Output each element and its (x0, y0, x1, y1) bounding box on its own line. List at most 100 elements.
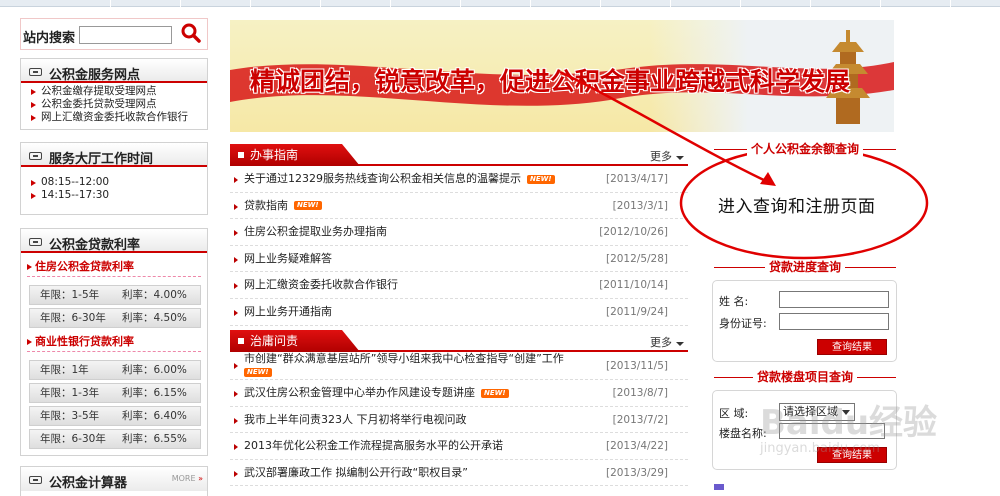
baidu-watermark: Baidu经验 jingyan.baidu.com (740, 385, 940, 485)
new-badge: NEW! (527, 174, 555, 184)
item-date: [2013/11/5] (605, 360, 668, 372)
panel-header: 公积金贷款利率 (21, 229, 207, 253)
item-date: [2011/9/24] (605, 305, 668, 318)
guide-more-link[interactable]: 更多 (650, 148, 684, 164)
list-item[interactable]: 我市上半年问责323人 下月初将举行电视问政 [2013/7/2] (230, 407, 688, 434)
item-date: [2013/3/1] (612, 199, 668, 212)
new-badge: NEW! (244, 367, 272, 377)
list-item[interactable]: 市创建“群众满意基层站所”领导小组来我中心检查指导“创建”工作 NEW! [2013… (230, 352, 688, 380)
list-item[interactable]: 网上汇缴资金委托收款合作银行 [2011/10/14] (230, 272, 688, 299)
outlet-link-1[interactable]: 公积金缴存提取受理网点 (29, 85, 207, 98)
item-title[interactable]: 关于通过12329服务热线查询公积金相关信息的温馨提示 (244, 172, 521, 185)
search-input[interactable] (79, 26, 172, 44)
tab-governance[interactable]: 治庸问责 (230, 330, 360, 352)
commercial-rate-title: 商业性银行贷款利率 (27, 332, 201, 352)
bus-icon (29, 152, 42, 160)
item-date: [2011/10/14] (599, 279, 668, 292)
banner-slogan: 精诚团结，锐意改革，促进公积金事业跨越式科学发展 (250, 67, 851, 96)
item-title[interactable]: 贷款指南 (244, 199, 288, 212)
progress-title: 贷款进度查询 (714, 260, 896, 274)
governance-more-link[interactable]: 更多 (650, 334, 684, 350)
progress-title-text: 贷款进度查询 (764, 260, 845, 274)
balance-title-text: 个人公积金余额查询 (746, 142, 863, 156)
outlet-link-2[interactable]: 公积金委托贷款受理网点 (29, 98, 207, 111)
name-label: 姓 名: (719, 295, 749, 308)
list-item[interactable]: 2013年优化公积金工作流程提高服务水平的公开承诺 [2013/4/22] (230, 433, 688, 460)
item-date: [2013/8/7] (612, 387, 668, 399)
rate-value: 利率：6.55% (122, 433, 187, 445)
rate-term: 年限：6-30年 (40, 312, 106, 324)
section-header: 办事指南 更多 (230, 142, 688, 166)
bus-icon (29, 476, 42, 484)
item-title[interactable]: 网上业务疑难解答 (244, 252, 332, 265)
item-title[interactable]: 市创建“群众满意基层站所”领导小组来我中心检查指导“创建”工作 (244, 352, 564, 365)
rate-value: 利率：6.40% (122, 410, 187, 422)
item-title[interactable]: 武汉住房公积金管理中心举办作风建设专题讲座 (244, 386, 475, 399)
section-header: 治庸问责 更多 (230, 328, 688, 352)
outlets-list: 公积金缴存提取受理网点 公积金委托贷款受理网点 网上汇缴资金委托收款合作银行 (21, 83, 207, 124)
item-title[interactable]: 住房公积金提取业务办理指南 (244, 225, 387, 238)
progress-form: 姓 名: 身份证号: 查询结果 (712, 280, 897, 362)
item-date: [2013/7/2] (612, 413, 668, 426)
bus-icon (29, 68, 42, 76)
top-nav-strip (0, 0, 1000, 7)
panel-header: 服务大厅工作时间 (21, 143, 207, 167)
rate-term: 年限：3-5年 (40, 410, 100, 422)
loan-rates-panel: 公积金贷款利率 住房公积金贷款利率 年限：1-5年 利率：4.00% 年限：6-3… (20, 228, 208, 456)
hours-list: 08:15--12:00 14:15--17:30 (21, 167, 207, 202)
rate-term: 年限：1年 (40, 364, 89, 376)
rate-row: 年限：1-5年 利率：4.00% (29, 285, 201, 305)
hours-title: 服务大厅工作时间 (49, 152, 154, 167)
id-number-input[interactable] (779, 313, 889, 330)
rate-term: 年限：1-5年 (40, 289, 100, 301)
list-item[interactable]: 武汉部署廉政工作 拟编制公开行政“职权目录” [2013/3/29] (230, 460, 688, 487)
panel-icon (714, 484, 724, 490)
service-outlets-panel: 公积金服务网点 公积金缴存提取受理网点 公积金委托贷款受理网点 网上汇缴资金委托… (20, 58, 208, 130)
list-item[interactable]: 住房公积金提取业务办理指南 [2012/10/26] (230, 219, 688, 246)
search-icon[interactable] (181, 23, 201, 43)
list-item[interactable]: 武汉住房公积金管理中心举办作风建设专题讲座 NEW! [2013/8/7] (230, 380, 688, 407)
slogan-banner: 精诚团结，锐意改革，促进公积金事业跨越式科学发展 (230, 20, 894, 132)
site-search: 站内搜索 (20, 18, 208, 50)
outlet-link-3[interactable]: 网上汇缴资金委托收款合作银行 (29, 111, 207, 124)
search-label: 站内搜索 (23, 31, 76, 46)
panel-header: 公积金服务网点 (21, 59, 207, 83)
watermark-brand: Baidu经验 (760, 403, 938, 443)
rate-value: 利率：6.15% (122, 387, 187, 399)
item-date: [2013/4/17] (605, 173, 668, 185)
list-item[interactable]: 网上业务开通指南 [2011/9/24] (230, 299, 688, 326)
item-title[interactable]: 武汉部署廉政工作 拟编制公开行政“职权目录” (244, 466, 468, 479)
rate-value: 利率：4.50% (122, 312, 187, 324)
item-title[interactable]: 2013年优化公积金工作流程提高服务水平的公开承诺 (244, 439, 503, 452)
tab-guide[interactable]: 办事指南 (230, 144, 360, 166)
panel-header: 公积金计算器 MORE » (21, 467, 207, 491)
property-title-text: 贷款楼盘项目查询 (752, 370, 857, 384)
service-hours-panel: 服务大厅工作时间 08:15--12:00 14:15--17:30 (20, 142, 208, 215)
name-input[interactable] (779, 291, 889, 308)
rate-term: 年限：6-30年 (40, 433, 106, 445)
rate-row: 年限：1-3年 利率：6.15% (29, 383, 201, 403)
list-item[interactable]: 网上业务疑难解答 [2012/5/28] (230, 246, 688, 273)
item-date: [2012/10/26] (599, 226, 668, 239)
item-date: [2012/5/28] (605, 252, 668, 265)
watermark-url: jingyan.baidu.com (760, 441, 880, 456)
rate-row: 年限：1年 利率：6.00% (29, 360, 201, 380)
rate-value: 利率：6.00% (122, 364, 187, 376)
list-item[interactable]: 关于通过12329服务热线查询公积金相关信息的温馨提示 NEW! [2013/4/1… (230, 166, 688, 193)
list-item[interactable]: 贷款指南 NEW! [2013/3/1] (230, 193, 688, 220)
progress-search-button[interactable]: 查询结果 (817, 339, 887, 355)
item-title[interactable]: 网上业务开通指南 (244, 305, 332, 318)
item-title[interactable]: 网上汇缴资金委托收款合作银行 (244, 278, 398, 291)
more-link[interactable]: MORE » (172, 474, 203, 483)
item-date: [2013/3/29] (605, 466, 668, 479)
outlets-title: 公积金服务网点 (49, 68, 141, 83)
bus-icon (29, 238, 42, 246)
calculator-title: 公积金计算器 (49, 476, 128, 491)
item-date: [2013/4/22] (605, 440, 668, 453)
item-title[interactable]: 我市上半年问责323人 下月初将举行电视问政 (244, 413, 467, 426)
rates-title: 公积金贷款利率 (49, 238, 141, 253)
balance-title: 个人公积金余额查询 (714, 142, 896, 156)
new-badge: NEW! (481, 388, 509, 398)
calculator-panel: 公积金计算器 MORE » (20, 466, 208, 496)
balance-query-link[interactable]: 进入查询和注册页面 (718, 192, 876, 217)
